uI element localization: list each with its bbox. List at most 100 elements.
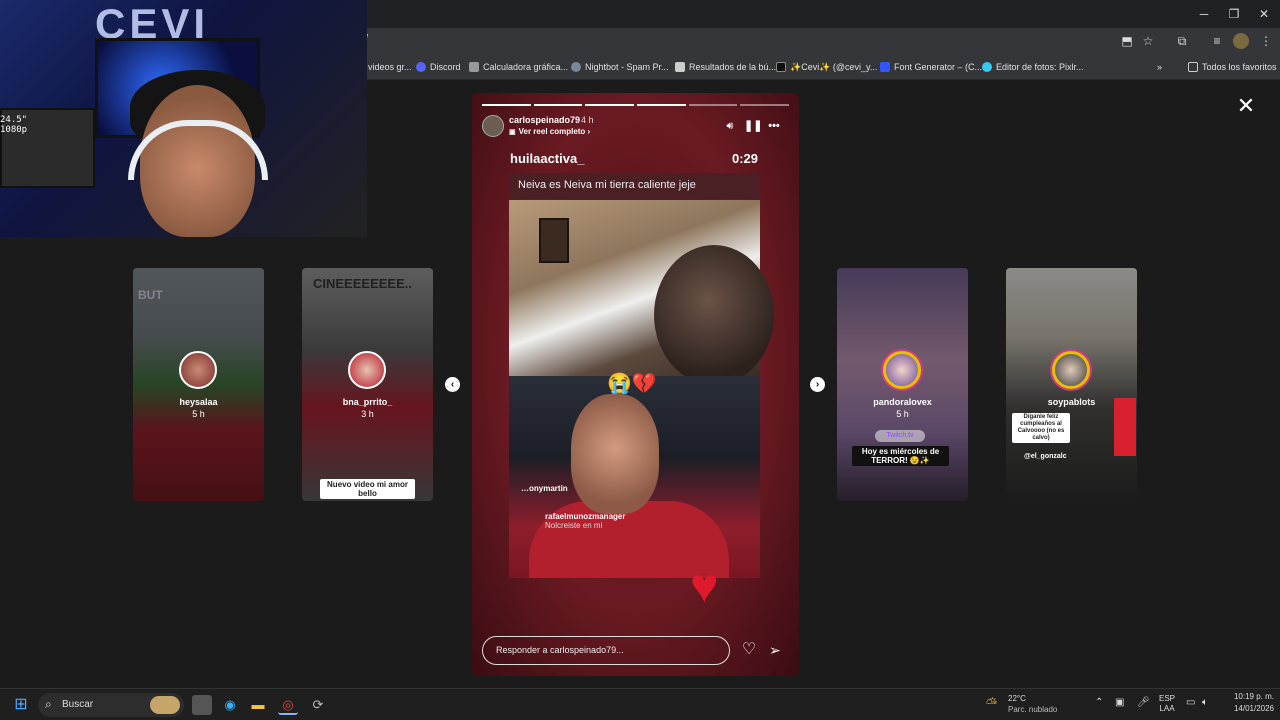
active-story[interactable]: carlospeinado79 4 h ▣ Ver reel completo ›… (472, 93, 799, 676)
all-bookmarks-folder[interactable]: Todos los favoritos (1188, 59, 1277, 75)
story-owner[interactable]: carlospeinado79 (509, 115, 580, 125)
twitch-link: Twitch.tv (875, 430, 925, 442)
emoji-overlay: 😭💔 (607, 373, 657, 395)
clock-date: 14/01/2026 (1233, 704, 1274, 713)
comment-text: Nolcreiste en mi (545, 521, 603, 530)
video-duration: 0:29 (732, 151, 759, 166)
weather-condition: Parc. nublado (1008, 705, 1058, 714)
reply-placeholder: Responder a carlospeinado79... (496, 645, 624, 655)
previous-story-button[interactable]: ‹ (445, 377, 460, 392)
progress-segment (688, 104, 738, 106)
app-icon[interactable]: ⟳ (308, 695, 328, 715)
bookmark-label: Editor de fotos: Pixlr... (996, 62, 1084, 72)
bookmark-item[interactable]: Editor de fotos: Pixlr... (982, 59, 1084, 75)
minimize-button[interactable]: ─ (1194, 5, 1214, 23)
close-window-button[interactable]: ✕ (1254, 5, 1274, 23)
heart-icon[interactable]: ♡ (740, 641, 758, 659)
all-bookmarks-label: Todos los favoritos (1202, 62, 1277, 72)
bookmark-item[interactable]: ✨Cevi✨ (@cevi_y... (776, 59, 877, 75)
story-preview[interactable]: CINEEEEEEEE.. bna_prrito_ 3 h Nuevo vide… (302, 268, 433, 501)
reel-link-label: Ver reel completo (518, 127, 586, 136)
avatar (1052, 351, 1090, 389)
story-handle: @el_gonzalc (1024, 453, 1067, 460)
browser-menu-icon[interactable]: ⋮ (1258, 33, 1274, 49)
more-options-icon[interactable]: ••• (767, 119, 781, 133)
live-comment: rafaelmunozmanager Nolcreiste en mi (545, 512, 625, 530)
story-preview[interactable]: soypablots Díganle feliz cumpleaños al C… (1006, 268, 1137, 501)
video-username: huilaactiva_ (510, 151, 585, 166)
graph-icon (469, 62, 479, 72)
next-story-button[interactable]: › (810, 377, 825, 392)
bookmark-star-icon[interactable]: ☆ (1140, 33, 1156, 49)
file-explorer-icon[interactable]: ▬ (248, 695, 268, 715)
progress-segment (533, 104, 583, 106)
story-subcaption: Nuevo video mi amor bello (320, 479, 415, 499)
bookmark-item[interactable]: Nightbot - Spam Pr... (571, 59, 669, 75)
monitor-readout: 24.5" 1080p (0, 115, 28, 135)
microphone-icon[interactable]: 🎤︎ (1137, 697, 1150, 708)
profile-avatar[interactable] (1233, 33, 1249, 49)
clock[interactable]: 10:19 p. m. 14/01/2026 (1220, 692, 1274, 713)
comment-user: rafaelmunozmanager (545, 512, 626, 521)
progress-segment (637, 104, 686, 106)
view-full-reel-link[interactable]: ▣ Ver reel completo › (509, 127, 590, 136)
wifi-icon[interactable]: ▭ (1186, 697, 1195, 708)
install-app-icon[interactable]: ⬒ (1119, 33, 1135, 49)
chrome-icon[interactable]: ◎ (278, 695, 298, 715)
nightbot-icon (571, 62, 581, 72)
task-view-icon[interactable] (192, 695, 212, 715)
bookmark-label: Calculadora gráfica... (483, 62, 569, 72)
story-preview[interactable]: BUT heysalaa 5 h (133, 268, 264, 501)
story-preview[interactable]: pandoralovex 5 h Twitch.tv Hoy es miérco… (837, 268, 968, 501)
story-time: 4 h (581, 115, 594, 125)
tiktok-icon (776, 62, 786, 72)
bookmark-item[interactable]: Discord (416, 59, 461, 75)
video-frame-top (509, 200, 774, 385)
folder-icon (1188, 62, 1198, 72)
bookmark-label: ✨Cevi✨ (@cevi_y... (790, 61, 878, 72)
close-viewer-button[interactable]: ✕ (1236, 95, 1256, 117)
bookmark-item[interactable]: videos gr... (368, 59, 412, 75)
volume-icon[interactable]: 🔊︎ (723, 119, 737, 133)
url-field[interactable]: / (365, 33, 1105, 49)
progress-segment (585, 104, 635, 106)
taskbar-search[interactable]: ⌕ Buscar (38, 693, 184, 717)
media-control-icon[interactable]: ≡ (1209, 33, 1225, 49)
person-face (571, 394, 659, 514)
story-username: pandoralovex (873, 397, 932, 407)
restore-button[interactable]: ❐ (1224, 5, 1244, 23)
clock-time: 10:19 p. m. (1233, 692, 1274, 701)
font-generator-icon (880, 62, 890, 72)
tray-chevron-icon[interactable]: ⌃ (1095, 697, 1103, 708)
bookmark-item[interactable]: Calculadora gráfica... (469, 59, 568, 75)
bookmarks-overflow-icon[interactable]: » (1157, 59, 1162, 75)
network-app-icon[interactable]: ▣ (1115, 697, 1124, 708)
wall-painting (539, 218, 569, 263)
story-username: heysalaa (179, 397, 218, 407)
search-highlight-icon (150, 696, 180, 714)
extensions-icon[interactable]: ⧉ (1174, 33, 1190, 49)
live-comment: …onymartin (521, 484, 568, 493)
pause-icon[interactable]: ❚❚ (744, 119, 762, 133)
bookmark-item[interactable]: Font Generator – (C... (880, 59, 982, 75)
story-subcaption: Hoy es miércoles de TERROR! 😉✨ (852, 446, 949, 466)
bookmark-label: Discord (430, 62, 461, 72)
bookmark-item[interactable]: Resultados de la bú... (675, 59, 776, 75)
windows-start-icon[interactable]: ⊞ (11, 695, 31, 715)
language-indicator[interactable]: ESP LAA (1159, 694, 1175, 714)
broken-heart-sticker: ♥ (690, 560, 719, 613)
bookmark-label: videos gr... (368, 62, 412, 72)
send-icon[interactable]: ➢ (766, 641, 784, 659)
search-icon: ⌕ (45, 697, 52, 711)
story-subcaption: Díganle feliz cumpleaños al Calvoooo (no… (1012, 413, 1070, 443)
video-frame-bottom: …onymartin rafaelmunozmanager Nolcreiste … (509, 376, 760, 578)
avatar[interactable] (482, 115, 504, 137)
reel-icon: ▣ (509, 129, 516, 136)
speaker-icon[interactable]: 🔈︎ (1202, 697, 1208, 708)
comment-user: …onymartin (521, 484, 568, 493)
partly-cloudy-icon: ⛅︎ (986, 695, 998, 711)
edge-icon[interactable]: ◉ (220, 695, 240, 715)
bookmark-label: Font Generator – (C... (894, 62, 983, 72)
video-caption: Neiva es Neiva mi tierra caliente jeje (509, 173, 760, 199)
reply-input[interactable]: Responder a carlospeinado79... (482, 636, 730, 665)
